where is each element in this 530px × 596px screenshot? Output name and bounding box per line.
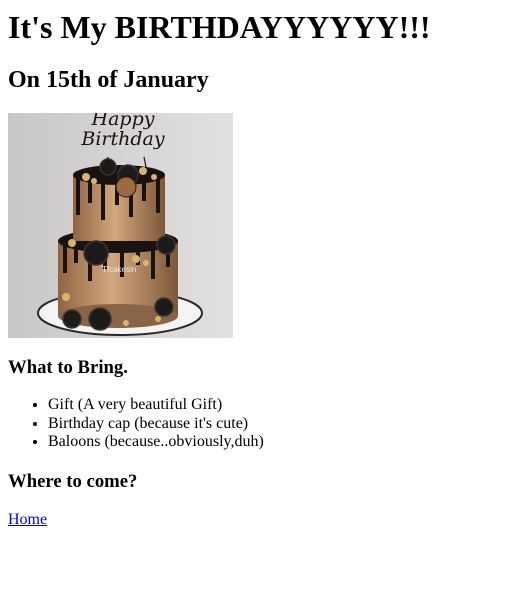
bring-heading: What to Bring. xyxy=(8,357,128,378)
list-item: Birthday cap (because it's cute) xyxy=(48,415,264,434)
list-item: Gift (A very beautiful Gift) xyxy=(48,396,264,415)
page-title: It's My BIRTHDAYYYYYY!!! xyxy=(8,9,431,45)
image-watermark: Tfcakesin xyxy=(102,265,137,274)
bring-list: Gift (A very beautiful Gift) Birthday ca… xyxy=(8,396,264,452)
home-link[interactable]: Home xyxy=(8,510,47,529)
list-item: Baloons (because..obviously,duh) xyxy=(48,433,264,452)
where-heading: Where to come? xyxy=(8,471,138,492)
page-subtitle: On 15th of January xyxy=(8,67,209,93)
topper-text: Happy Birthday xyxy=(81,113,165,150)
birthday-cake-image: Happy Birthday Tfcakesin xyxy=(8,113,233,338)
